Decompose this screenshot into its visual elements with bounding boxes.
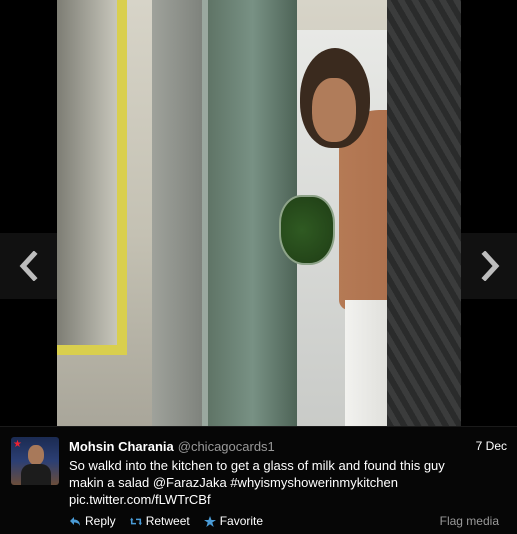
tweet-text-line: So walkd into the kitchen to get a glass… xyxy=(69,458,445,473)
tweet-text-line: makin a salad @FarazJaka #whyismyshoweri… xyxy=(69,475,398,490)
previous-media-button[interactable] xyxy=(0,233,57,299)
star-icon xyxy=(203,515,216,527)
chevron-left-icon xyxy=(19,251,38,281)
tweet-author: Mohsin Charania @chicagocards1 xyxy=(69,439,275,454)
next-media-button[interactable] xyxy=(461,233,517,299)
tweet-actions: Reply Retweet Favorite xyxy=(69,514,263,528)
photo-salad-bag xyxy=(279,195,335,265)
tweet-details: ★ Mohsin Charania @chicagocards1 7 Dec So… xyxy=(0,426,517,534)
reply-icon xyxy=(70,516,80,526)
tweet-date[interactable]: 7 Dec xyxy=(476,439,507,453)
reply-label: Reply xyxy=(85,514,116,528)
tweet-text-line[interactable]: pic.twitter.com/fLWTrCBf xyxy=(69,491,509,508)
avatar[interactable]: ★ xyxy=(11,437,59,485)
tweet-text: So walkd into the kitchen to get a glass… xyxy=(69,457,509,508)
photo-curtain xyxy=(387,0,461,426)
author-name[interactable]: Mohsin Charania xyxy=(69,439,174,454)
favorite-button[interactable]: Favorite xyxy=(203,514,264,528)
photo-mirror xyxy=(57,0,127,355)
author-handle[interactable]: @chicagocards1 xyxy=(178,439,275,454)
media-viewer: ★ Mohsin Charania @chicagocards1 7 Dec So… xyxy=(0,0,517,534)
avatar-face xyxy=(28,445,44,465)
photo-face xyxy=(312,78,356,142)
flag-media-link[interactable]: Flag media xyxy=(440,514,499,528)
star-icon: ★ xyxy=(13,439,22,450)
retweet-button[interactable]: Retweet xyxy=(129,514,190,528)
chevron-right-icon xyxy=(480,251,499,281)
reply-button[interactable]: Reply xyxy=(69,514,116,528)
favorite-label: Favorite xyxy=(219,514,264,528)
avatar-shirt xyxy=(21,464,51,485)
photo-door xyxy=(152,0,202,426)
retweet-label: Retweet xyxy=(145,514,190,528)
tweet-photo[interactable] xyxy=(57,0,461,426)
retweet-icon xyxy=(129,517,142,525)
